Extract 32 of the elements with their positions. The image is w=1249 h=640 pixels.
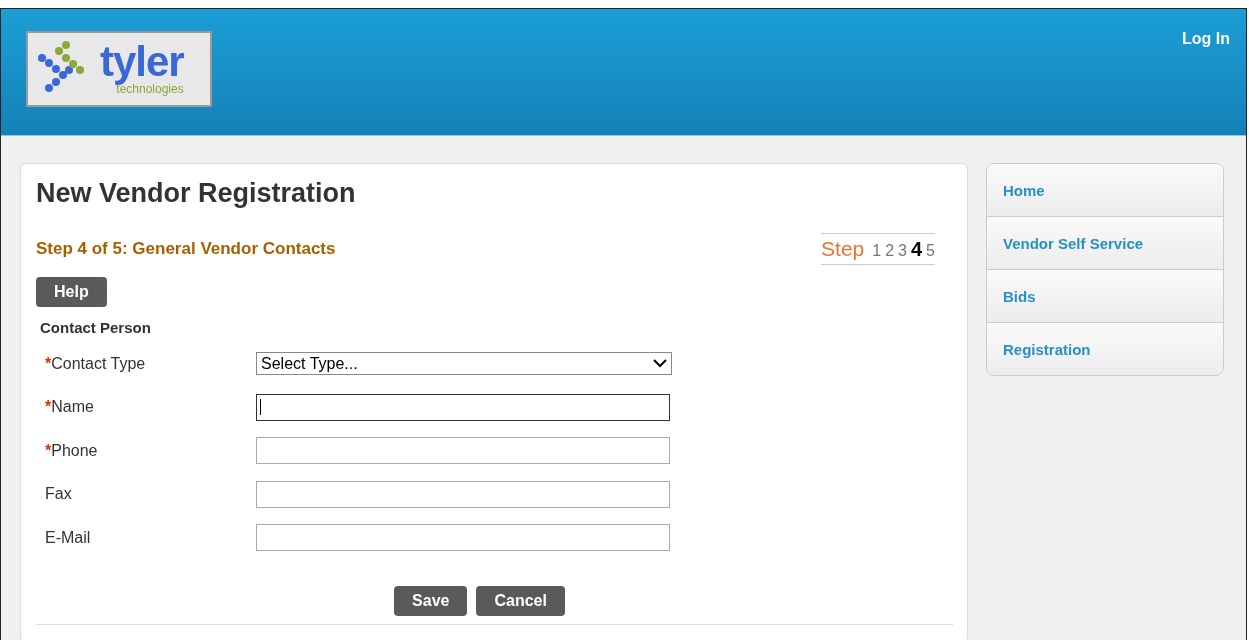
step-number: 4 <box>910 238 923 261</box>
select-field[interactable]: Select Type... <box>256 352 672 376</box>
field-label: E-Mail <box>44 528 92 547</box>
sidebar-item[interactable]: Home <box>987 164 1223 217</box>
step-label: Step <box>821 237 865 261</box>
field-label: *Phone <box>44 441 99 460</box>
page-title: New Vendor Registration <box>36 178 357 209</box>
required-mark: * <box>45 441 52 459</box>
step-heading: Step 4 of 5: General Vendor Contacts <box>36 239 336 259</box>
step-number: 3 <box>898 242 907 260</box>
step-number: 5 <box>926 242 935 260</box>
sidebar-item[interactable]: Vendor Self Service <box>987 217 1223 270</box>
input-field[interactable] <box>256 480 670 508</box>
field-label: Fax <box>44 485 73 504</box>
input-field[interactable] <box>256 437 670 465</box>
field-label: *Name <box>44 398 95 417</box>
sidebar-item[interactable]: Registration <box>987 323 1223 375</box>
input-field[interactable] <box>256 524 670 552</box>
required-mark: * <box>45 354 52 372</box>
step-number: 2 <box>885 242 895 260</box>
help-button[interactable]: Help <box>36 277 107 307</box>
chevron-down-icon <box>653 359 667 369</box>
required-mark: * <box>45 398 52 416</box>
form-button[interactable]: Cancel <box>476 585 565 616</box>
login-link[interactable]: Log In <box>1182 30 1230 48</box>
input-field[interactable] <box>256 393 670 421</box>
section-title: Contact Person <box>40 319 152 336</box>
step-number: 1 <box>872 242 882 260</box>
sidebar-item[interactable]: Bids <box>987 270 1223 323</box>
field-label: *Contact Type <box>44 354 147 373</box>
form-button[interactable]: Save <box>394 585 468 616</box>
select-value: Select Type... <box>261 354 358 373</box>
